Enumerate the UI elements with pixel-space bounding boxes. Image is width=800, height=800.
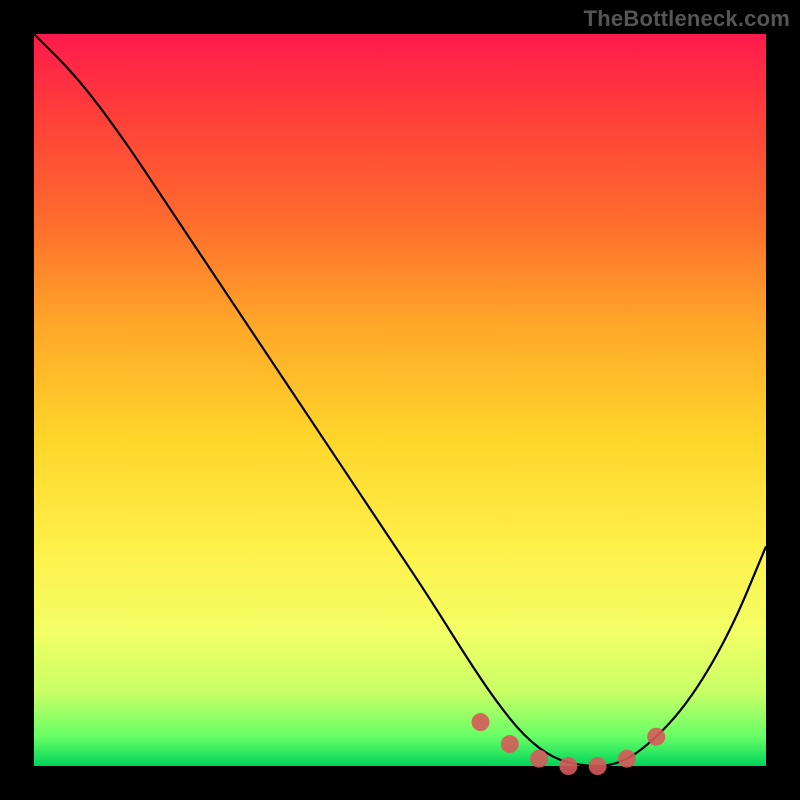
watermark-text: TheBottleneck.com (584, 6, 790, 32)
marker-dot (472, 713, 490, 731)
curve-markers (472, 713, 666, 775)
marker-dot (618, 750, 636, 768)
chart-plot-area (34, 34, 766, 766)
marker-dot (501, 735, 519, 753)
marker-dot (530, 750, 548, 768)
chart-frame: TheBottleneck.com (0, 0, 800, 800)
marker-dot (647, 728, 665, 746)
bottleneck-curve (34, 34, 766, 766)
marker-dot (559, 757, 577, 775)
marker-dot (589, 757, 607, 775)
chart-svg (34, 34, 766, 766)
